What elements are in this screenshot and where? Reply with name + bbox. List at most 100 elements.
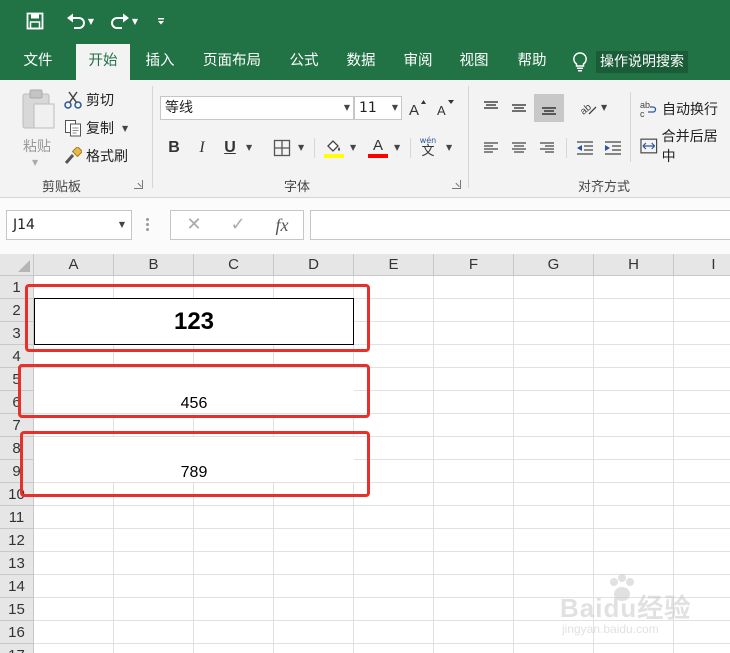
align-top-icon xyxy=(484,101,498,109)
chevron-down-icon[interactable]: ▼ xyxy=(246,143,252,152)
increase-font-icon: A xyxy=(409,100,426,117)
align-right-icon xyxy=(540,142,554,153)
undo-button[interactable]: ▼ xyxy=(62,8,98,34)
insert-function-button[interactable]: fx xyxy=(267,211,297,239)
font-group-label: 字体 xyxy=(284,180,311,195)
tab-insert[interactable]: 插入 xyxy=(136,42,184,80)
enter-formula-button[interactable]: ✓ xyxy=(223,211,253,239)
wrap-text-label: 自动换行 xyxy=(662,102,718,118)
tab-page-layout[interactable]: 页面布局 xyxy=(192,42,272,80)
column-header[interactable]: D xyxy=(274,254,354,276)
borders-icon xyxy=(273,139,291,157)
increase-indent-button[interactable] xyxy=(602,136,624,160)
row-header[interactable]: 16 xyxy=(0,621,34,644)
chevron-down-icon[interactable]: ▼ xyxy=(446,143,452,152)
column-header[interactable]: E xyxy=(354,254,434,276)
bold-button[interactable]: B xyxy=(164,136,184,160)
font-color-icon: A xyxy=(372,137,383,154)
lightbulb-icon xyxy=(573,52,587,72)
merge-center-button[interactable]: 合并后居中 xyxy=(640,129,730,165)
chevron-down-icon: ▼ xyxy=(131,16,139,26)
tab-file[interactable]: 文件 xyxy=(8,42,68,80)
tab-home[interactable]: 开始 xyxy=(76,44,130,80)
select-all-button[interactable] xyxy=(0,254,34,276)
row-header[interactable]: 17 xyxy=(0,644,34,653)
highlight-box xyxy=(20,431,370,497)
font-color-swatch xyxy=(368,154,388,158)
column-header[interactable]: H xyxy=(594,254,674,276)
column-header[interactable]: F xyxy=(434,254,514,276)
align-right-button[interactable] xyxy=(536,136,558,160)
highlight-box xyxy=(25,284,370,352)
align-left-button[interactable] xyxy=(480,136,502,160)
column-header[interactable]: I xyxy=(674,254,730,276)
column-header[interactable]: G xyxy=(514,254,594,276)
paste-button[interactable]: 粘贴 ▼ xyxy=(14,88,60,168)
column-header[interactable]: A xyxy=(34,254,114,276)
row-header[interactable]: 11 xyxy=(0,506,34,529)
paintbrush-icon xyxy=(64,147,82,164)
fill-color-button[interactable] xyxy=(322,136,346,160)
title-bar: ▼ ▼ xyxy=(0,0,730,42)
svg-text:ab: ab xyxy=(578,102,594,117)
chevron-down-icon[interactable]: ▼ xyxy=(350,143,356,152)
align-middle-button[interactable] xyxy=(506,96,532,120)
tab-help[interactable]: 帮助 xyxy=(508,42,556,80)
save-icon xyxy=(26,12,44,30)
font-dialog-launcher[interactable] xyxy=(452,180,461,189)
redo-button[interactable]: ▼ xyxy=(106,8,142,34)
undo-icon xyxy=(66,13,85,29)
italic-button[interactable]: I xyxy=(192,136,212,160)
increase-font-size-button[interactable]: A xyxy=(406,96,428,120)
phonetic-guide-button[interactable]: wén 文 xyxy=(416,136,440,160)
name-box[interactable]: J14 ▼ xyxy=(6,210,132,240)
wrap-text-button[interactable]: ab c 自动换行 xyxy=(640,97,718,121)
decrease-indent-button[interactable] xyxy=(574,136,596,160)
cancel-formula-button[interactable]: ✕ xyxy=(179,211,209,239)
format-painter-button[interactable]: 格式刷 xyxy=(64,144,128,168)
orientation-button[interactable]: ab xyxy=(576,96,600,120)
row-header[interactable]: 12 xyxy=(0,529,34,552)
save-button[interactable] xyxy=(22,8,48,34)
merge-cells-icon xyxy=(640,138,658,154)
font-color-button[interactable]: A xyxy=(366,136,390,160)
borders-button[interactable] xyxy=(270,136,294,160)
row-header[interactable]: 14 xyxy=(0,575,34,598)
underline-button[interactable]: U xyxy=(220,136,240,160)
baidu-watermark: Baidu经验 jingyan.baidu.com xyxy=(560,574,730,653)
font-size-select[interactable]: 11 ▼ xyxy=(354,96,402,120)
tab-view[interactable]: 视图 xyxy=(450,42,498,80)
copy-button[interactable]: 复制 ▼ xyxy=(64,116,128,140)
paste-label: 粘贴 xyxy=(23,139,51,155)
chevron-down-icon[interactable]: ▼ xyxy=(298,143,304,152)
tab-review[interactable]: 审阅 xyxy=(394,42,442,80)
tab-formulas[interactable]: 公式 xyxy=(280,42,328,80)
chevron-down-icon: ▼ xyxy=(343,103,350,112)
align-center-button[interactable] xyxy=(508,136,530,160)
phonetic-char: 文 xyxy=(421,144,435,159)
chevron-down-icon: ▼ xyxy=(391,103,398,112)
tell-me-search[interactable]: 操作说明搜索 xyxy=(572,50,688,74)
column-header[interactable]: B xyxy=(114,254,194,276)
align-top-button[interactable] xyxy=(478,96,504,120)
formula-input[interactable] xyxy=(310,210,730,240)
clipboard-icon xyxy=(22,89,55,129)
row-header[interactable]: 15 xyxy=(0,598,34,621)
ribbon-tabs: 文件 开始 插入 页面布局 公式 数据 审阅 视图 帮助 操作说明搜索 xyxy=(0,42,730,80)
svg-text:c: c xyxy=(640,109,645,118)
customize-qat-icon xyxy=(158,18,164,25)
chevron-down-icon[interactable]: ▼ xyxy=(394,143,400,152)
fill-color-swatch xyxy=(324,153,344,158)
cut-button[interactable]: 剪切 xyxy=(64,88,114,112)
decrease-font-size-button[interactable]: A xyxy=(434,96,456,120)
chevron-down-icon[interactable]: ▼ xyxy=(601,103,607,112)
formula-bar-resize-handle[interactable] xyxy=(146,218,149,232)
divider xyxy=(410,138,411,158)
customize-qat-button[interactable] xyxy=(154,8,168,34)
font-name-select[interactable]: 等线 ▼ xyxy=(160,96,354,120)
column-header[interactable]: C xyxy=(194,254,274,276)
clipboard-dialog-launcher[interactable] xyxy=(134,180,143,189)
row-header[interactable]: 13 xyxy=(0,552,34,575)
tab-data[interactable]: 数据 xyxy=(337,42,385,80)
align-bottom-button[interactable] xyxy=(534,94,564,122)
